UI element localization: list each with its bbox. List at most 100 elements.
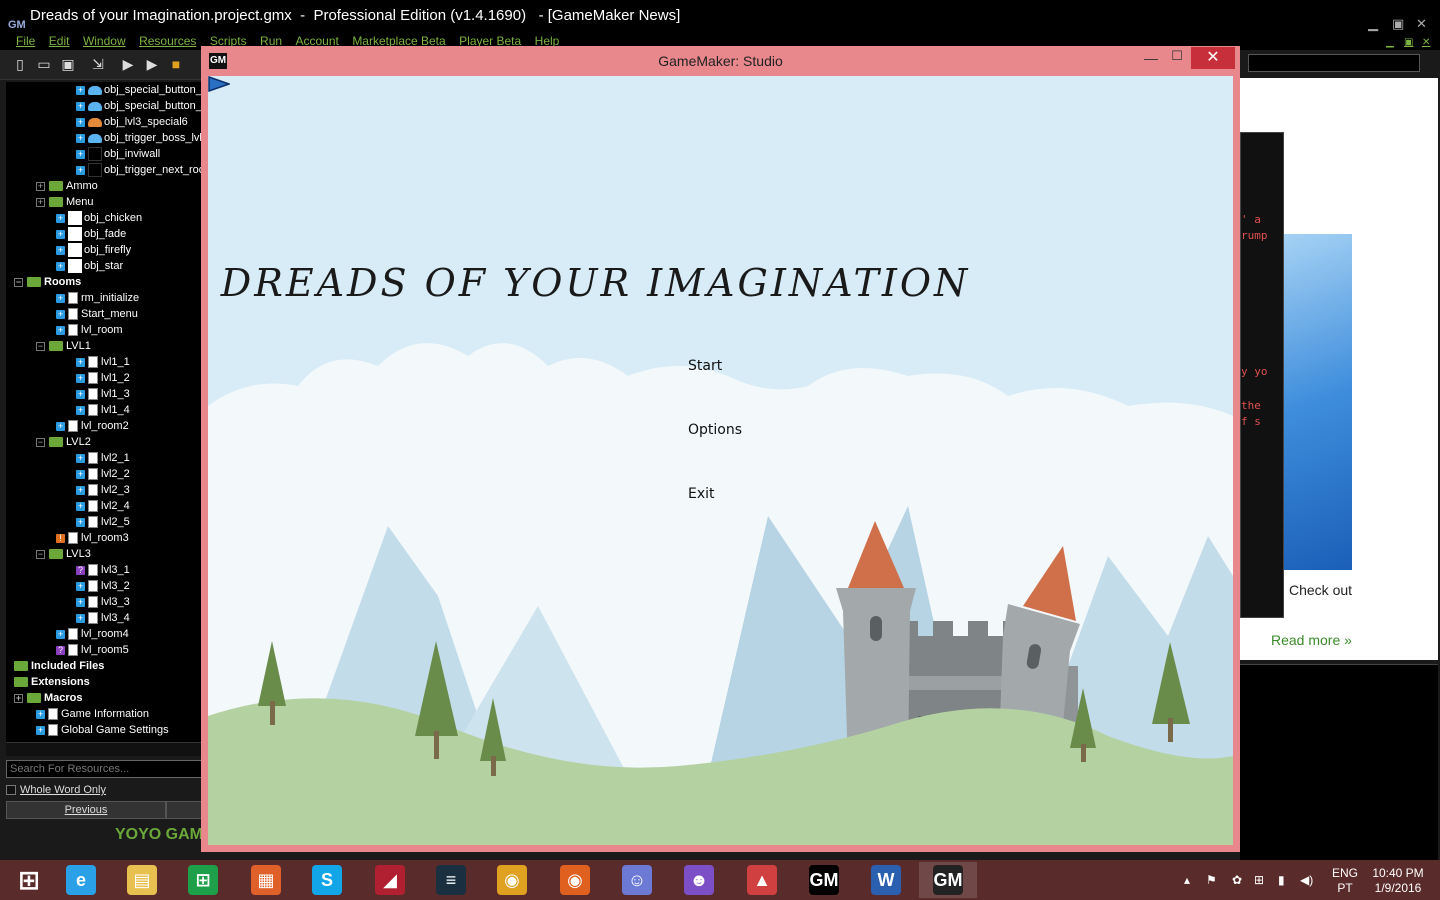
stop-icon[interactable]: ■ [168, 56, 184, 72]
tree-item[interactable]: − LVL2 [36, 434, 91, 450]
plus-icon[interactable]: + [76, 485, 85, 495]
tree-item[interactable]: − Rooms [14, 274, 81, 290]
minimize-icon[interactable]: — [1141, 50, 1161, 70]
resource-search-input[interactable]: Search For Resources... [6, 760, 202, 778]
plus-icon[interactable]: + [56, 629, 65, 639]
question-icon[interactable]: ? [56, 645, 65, 655]
tree-horizontal-scrollbar[interactable] [6, 742, 202, 756]
plus-icon[interactable]: + [36, 709, 45, 719]
plus-icon[interactable]: + [56, 213, 65, 223]
taskbar-gamemaker-runner[interactable]: GM [919, 862, 977, 898]
new-file-icon[interactable]: ▯ [12, 56, 28, 72]
taskbar-discord[interactable]: ☺ [608, 862, 666, 898]
tree-item[interactable]: + obj_lvl3_special6 [76, 114, 188, 130]
tree-item[interactable]: + obj_fade [56, 226, 126, 242]
right-search-input[interactable] [1248, 54, 1420, 72]
plus-icon[interactable]: + [76, 117, 85, 127]
collapse-icon[interactable]: − [36, 341, 45, 351]
tree-item[interactable]: + obj_trigger_boss_lvl2 [76, 130, 202, 146]
menu-window[interactable]: Window [83, 34, 126, 48]
open-file-icon[interactable]: ▭ [36, 56, 52, 72]
expand-icon[interactable]: + [36, 197, 45, 207]
plus-icon[interactable]: + [76, 501, 85, 511]
plus-icon[interactable]: + [76, 581, 85, 591]
plus-icon[interactable]: + [76, 373, 85, 383]
tree-item[interactable]: + lvl2_5 [76, 514, 130, 530]
tree-item[interactable]: + Game Information [36, 706, 149, 722]
plus-icon[interactable]: + [76, 85, 85, 95]
plus-icon[interactable]: + [76, 165, 85, 175]
taskbar-file-explorer[interactable]: ▤ [113, 862, 171, 898]
plus-icon[interactable]: + [76, 517, 85, 527]
volume-icon[interactable]: ◀) [1300, 873, 1313, 887]
plus-icon[interactable]: + [56, 229, 65, 239]
previous-button[interactable]: Previous [6, 801, 166, 819]
tree-item[interactable]: + obj_star [56, 258, 123, 274]
taskbar-rog-app[interactable]: ◢ [361, 862, 419, 898]
plus-icon[interactable]: + [56, 261, 65, 271]
tree-item[interactable]: + obj_special_button_lv [76, 82, 202, 98]
taskbar-cat-app[interactable]: ☻ [670, 862, 728, 898]
tray-app-icon[interactable]: ✿ [1232, 873, 1242, 887]
debug-run-icon[interactable]: ▶ [144, 56, 160, 72]
tree-item[interactable]: + lvl3_4 [76, 610, 130, 626]
network-icon[interactable]: ▮ [1278, 873, 1285, 887]
tree-item[interactable]: Extensions [14, 674, 90, 690]
taskbar-windows-store[interactable]: ⊞ [174, 862, 232, 898]
close-button[interactable]: ✕ [1191, 47, 1235, 69]
taskbar-skype[interactable]: S [298, 862, 356, 898]
game-canvas[interactable]: DREADS OF YOUR IMAGINATION Start Options… [208, 76, 1233, 845]
plus-icon[interactable]: + [76, 389, 85, 399]
maximize-icon[interactable]: ☐ [1167, 48, 1187, 68]
tree-item[interactable]: + lvl1_3 [76, 386, 130, 402]
taskbar-steelseries[interactable]: ≡ [422, 862, 480, 898]
tree-item[interactable]: + Macros [14, 690, 83, 706]
taskbar-photo-app[interactable]: ▦ [237, 862, 295, 898]
checkbox-icon[interactable] [6, 785, 16, 796]
plus-icon[interactable]: + [36, 725, 45, 735]
tree-item[interactable]: + obj_trigger_next_room [76, 162, 202, 178]
news-read-more-link[interactable]: Read more » [1271, 632, 1352, 648]
warning-icon[interactable]: ! [56, 533, 65, 543]
menu-file[interactable]: File [16, 34, 35, 48]
tree-item[interactable]: + Menu [36, 194, 94, 210]
plus-icon[interactable]: + [76, 613, 85, 623]
plus-icon[interactable]: + [56, 421, 65, 431]
tree-item[interactable]: Included Files [14, 658, 104, 674]
input-language[interactable]: ENG PT [1332, 866, 1358, 896]
tree-item[interactable]: + lvl3_3 [76, 594, 130, 610]
menu-edit[interactable]: Edit [49, 34, 70, 48]
tree-item[interactable]: − LVL3 [36, 546, 91, 562]
tree-item[interactable]: + lvl1_1 [76, 354, 130, 370]
tree-item[interactable]: − LVL1 [36, 338, 91, 354]
tree-item[interactable]: + obj_inviwall [76, 146, 160, 162]
run-icon[interactable]: ▶ [120, 56, 136, 72]
tree-item[interactable]: ? lvl_room5 [56, 642, 129, 658]
plus-icon[interactable]: + [76, 597, 85, 607]
game-window-title-bar[interactable]: GM GameMaker: Studio — ☐ ✕ [201, 46, 1240, 76]
tree-item[interactable]: + lvl1_4 [76, 402, 130, 418]
export-icon[interactable]: ⇲ [90, 56, 106, 72]
tree-item[interactable]: + obj_chicken [56, 210, 142, 226]
next-button[interactable] [166, 801, 202, 819]
clock[interactable]: 10:40 PM 1/9/2016 [1370, 866, 1426, 896]
tray-windows-icon[interactable]: ⊞ [1254, 873, 1264, 887]
plus-icon[interactable]: + [56, 325, 65, 335]
menu-resources[interactable]: Resources [139, 34, 196, 48]
menu-options[interactable]: Options [688, 422, 742, 438]
collapse-icon[interactable]: − [36, 549, 45, 559]
menu-start[interactable]: Start [688, 358, 722, 374]
tree-item[interactable]: + Start_menu [56, 306, 138, 322]
plus-icon[interactable]: + [76, 101, 85, 111]
taskbar-word[interactable]: W [857, 862, 915, 898]
tree-item[interactable]: + Ammo [36, 178, 98, 194]
taskbar-chrome[interactable]: ◉ [483, 862, 541, 898]
plus-icon[interactable]: + [76, 133, 85, 143]
whole-word-checkbox[interactable]: Whole Word Only [6, 782, 202, 798]
tree-item[interactable]: ! lvl_room3 [56, 530, 129, 546]
plus-icon[interactable]: + [76, 357, 85, 367]
expand-icon[interactable]: + [36, 181, 45, 191]
tree-item[interactable]: + lvl2_4 [76, 498, 130, 514]
taskbar-internet-explorer[interactable]: e [52, 862, 110, 898]
collapse-icon[interactable]: − [36, 437, 45, 447]
